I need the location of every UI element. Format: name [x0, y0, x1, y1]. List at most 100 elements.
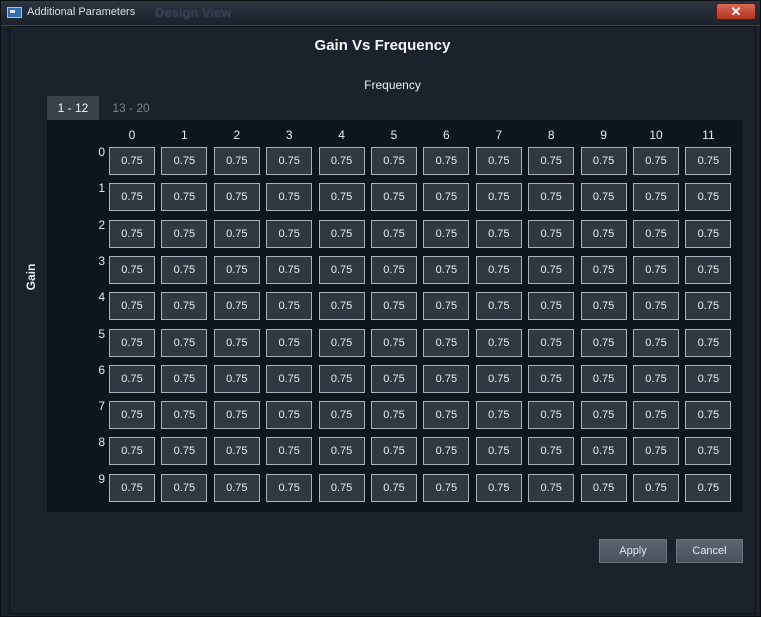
value-cell[interactable]: 0.75 — [213, 401, 260, 430]
value-cell[interactable]: 0.75 — [423, 328, 470, 357]
value-cell[interactable]: 0.75 — [475, 219, 522, 248]
value-cell[interactable]: 0.75 — [266, 219, 313, 248]
value-cell[interactable]: 0.75 — [580, 364, 627, 393]
value-cell[interactable]: 0.75 — [371, 183, 417, 212]
value-cell[interactable]: 0.75 — [528, 219, 575, 248]
value-cell[interactable]: 0.75 — [371, 147, 417, 175]
value-cell[interactable]: 0.75 — [685, 364, 732, 393]
tab-1-12[interactable]: 1 - 12 — [47, 96, 99, 120]
value-cell[interactable]: 0.75 — [371, 328, 417, 357]
value-cell[interactable]: 0.75 — [161, 292, 208, 321]
value-cell[interactable]: 0.75 — [266, 473, 313, 502]
value-cell[interactable]: 0.75 — [475, 292, 522, 321]
value-cell[interactable]: 0.75 — [213, 183, 260, 212]
value-cell[interactable]: 0.75 — [423, 219, 470, 248]
value-cell[interactable]: 0.75 — [423, 437, 470, 466]
value-cell[interactable]: 0.75 — [528, 292, 575, 321]
value-cell[interactable]: 0.75 — [528, 328, 575, 357]
value-cell[interactable]: 0.75 — [528, 473, 575, 502]
value-cell[interactable]: 0.75 — [633, 183, 679, 212]
value-cell[interactable]: 0.75 — [475, 255, 522, 284]
value-cell[interactable]: 0.75 — [109, 183, 155, 212]
value-cell[interactable]: 0.75 — [633, 255, 679, 284]
value-cell[interactable]: 0.75 — [161, 255, 208, 284]
tab-13-20[interactable]: 13 - 20 — [106, 96, 156, 120]
value-cell[interactable]: 0.75 — [109, 255, 155, 284]
value-cell[interactable]: 0.75 — [371, 219, 417, 248]
value-cell[interactable]: 0.75 — [475, 473, 522, 502]
value-cell[interactable]: 0.75 — [109, 219, 155, 248]
value-cell[interactable]: 0.75 — [109, 473, 155, 502]
value-cell[interactable]: 0.75 — [109, 401, 155, 430]
value-cell[interactable]: 0.75 — [423, 147, 470, 175]
value-cell[interactable]: 0.75 — [685, 219, 732, 248]
value-cell[interactable]: 0.75 — [371, 364, 417, 393]
value-cell[interactable]: 0.75 — [423, 473, 470, 502]
value-cell[interactable]: 0.75 — [685, 437, 732, 466]
value-cell[interactable]: 0.75 — [633, 437, 679, 466]
value-cell[interactable]: 0.75 — [423, 255, 470, 284]
value-cell[interactable]: 0.75 — [685, 401, 732, 430]
value-cell[interactable]: 0.75 — [528, 364, 575, 393]
value-cell[interactable]: 0.75 — [161, 183, 208, 212]
value-cell[interactable]: 0.75 — [685, 147, 732, 175]
value-cell[interactable]: 0.75 — [580, 437, 627, 466]
value-cell[interactable]: 0.75 — [318, 401, 365, 430]
value-cell[interactable]: 0.75 — [633, 219, 679, 248]
value-cell[interactable]: 0.75 — [213, 364, 260, 393]
value-cell[interactable]: 0.75 — [580, 292, 627, 321]
value-cell[interactable]: 0.75 — [371, 401, 417, 430]
value-cell[interactable]: 0.75 — [580, 473, 627, 502]
value-cell[interactable]: 0.75 — [213, 473, 260, 502]
value-cell[interactable]: 0.75 — [475, 183, 522, 212]
value-cell[interactable]: 0.75 — [371, 255, 417, 284]
value-cell[interactable]: 0.75 — [423, 183, 470, 212]
value-cell[interactable]: 0.75 — [423, 364, 470, 393]
value-cell[interactable]: 0.75 — [633, 401, 679, 430]
value-cell[interactable]: 0.75 — [318, 292, 365, 321]
value-cell[interactable]: 0.75 — [475, 328, 522, 357]
close-button[interactable]: ✕ — [716, 3, 756, 20]
value-cell[interactable]: 0.75 — [161, 401, 208, 430]
value-cell[interactable]: 0.75 — [318, 364, 365, 393]
value-cell[interactable]: 0.75 — [213, 292, 260, 321]
value-cell[interactable]: 0.75 — [161, 328, 208, 357]
value-cell[interactable]: 0.75 — [580, 328, 627, 357]
value-cell[interactable]: 0.75 — [266, 364, 313, 393]
value-cell[interactable]: 0.75 — [371, 437, 417, 466]
value-cell[interactable]: 0.75 — [109, 364, 155, 393]
value-cell[interactable]: 0.75 — [475, 364, 522, 393]
value-cell[interactable]: 0.75 — [528, 401, 575, 430]
value-cell[interactable]: 0.75 — [266, 401, 313, 430]
value-cell[interactable]: 0.75 — [109, 328, 155, 357]
value-cell[interactable]: 0.75 — [161, 437, 208, 466]
value-cell[interactable]: 0.75 — [318, 437, 365, 466]
value-cell[interactable]: 0.75 — [318, 473, 365, 502]
value-cell[interactable]: 0.75 — [685, 473, 732, 502]
value-cell[interactable]: 0.75 — [266, 437, 313, 466]
value-cell[interactable]: 0.75 — [633, 147, 679, 175]
value-cell[interactable]: 0.75 — [109, 147, 155, 175]
value-cell[interactable]: 0.75 — [109, 437, 155, 466]
value-cell[interactable]: 0.75 — [528, 255, 575, 284]
value-cell[interactable]: 0.75 — [318, 255, 365, 284]
value-cell[interactable]: 0.75 — [685, 328, 732, 357]
value-cell[interactable]: 0.75 — [633, 292, 679, 321]
value-cell[interactable]: 0.75 — [423, 401, 470, 430]
cancel-button[interactable]: Cancel — [676, 539, 743, 563]
value-cell[interactable]: 0.75 — [213, 147, 260, 175]
value-cell[interactable]: 0.75 — [213, 328, 260, 357]
value-cell[interactable]: 0.75 — [633, 328, 679, 357]
value-cell[interactable]: 0.75 — [528, 147, 575, 175]
value-cell[interactable]: 0.75 — [528, 437, 575, 466]
value-cell[interactable]: 0.75 — [580, 183, 627, 212]
value-cell[interactable]: 0.75 — [318, 183, 365, 212]
value-cell[interactable]: 0.75 — [475, 147, 522, 175]
value-cell[interactable]: 0.75 — [318, 219, 365, 248]
value-cell[interactable]: 0.75 — [685, 183, 732, 212]
value-cell[interactable]: 0.75 — [580, 147, 627, 175]
value-cell[interactable]: 0.75 — [475, 401, 522, 430]
value-cell[interactable]: 0.75 — [266, 328, 313, 357]
value-cell[interactable]: 0.75 — [371, 292, 417, 321]
value-cell[interactable]: 0.75 — [266, 255, 313, 284]
